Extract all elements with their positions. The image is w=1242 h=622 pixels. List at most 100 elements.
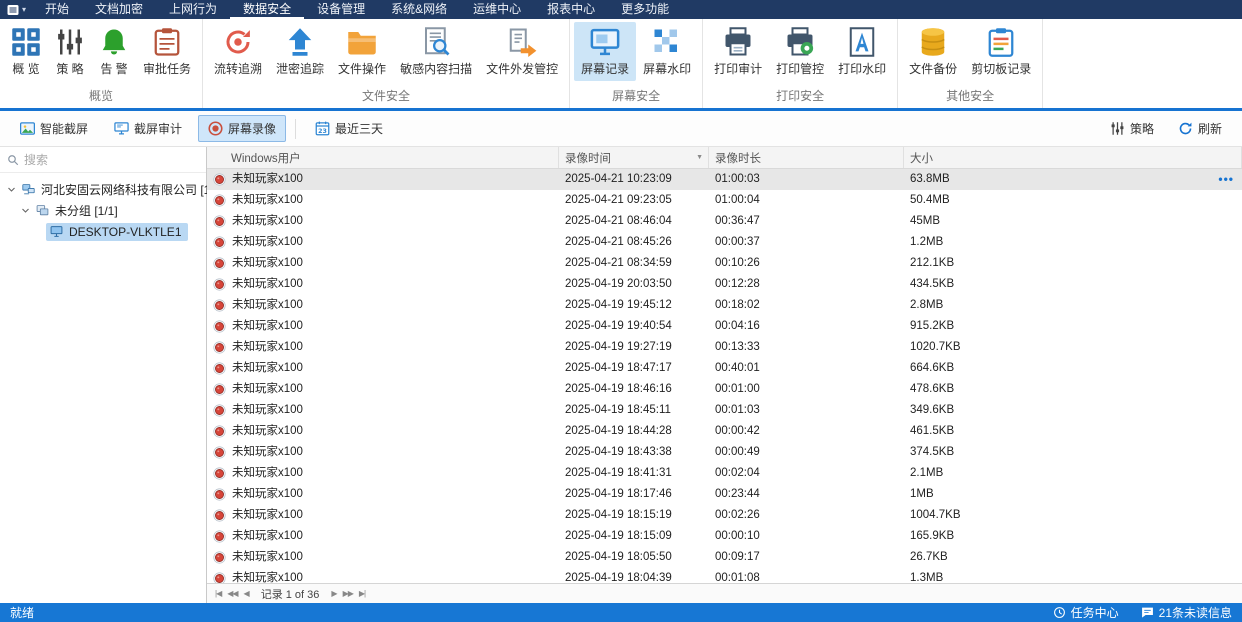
ribbon-item-screen-watermark[interactable]: 屏幕水印: [636, 22, 698, 81]
menu-tab-system-network[interactable]: 系统&网络: [378, 0, 460, 19]
ribbon-item-print-watermark[interactable]: 打印水印: [831, 22, 893, 81]
ribbon-item-file-outgoing-control[interactable]: 文件外发管控: [479, 22, 565, 81]
fast-forward-button[interactable]: ▶▶: [340, 589, 356, 598]
ribbon-item-overview[interactable]: 概 览: [4, 22, 48, 81]
menu-tab-device-mgmt[interactable]: 设备管理: [304, 0, 378, 19]
record-dot-icon: [208, 121, 223, 136]
cell-windows-user: 未知玩家x100: [232, 194, 303, 206]
ribbon-item-label: 文件备份: [909, 62, 958, 76]
table-row[interactable]: 未知玩家x100 2025-04-19 18:47:17 00:40:01 664.6…: [207, 358, 1242, 379]
tree-item-desktop-vlktle1[interactable]: DESKTOP-VLKTLE1: [0, 221, 206, 242]
table-row[interactable]: 未知玩家x100 2025-04-21 08:46:04 00:36:47 45MB: [207, 211, 1242, 232]
ribbon-item-print-audit[interactable]: 打印审计: [707, 22, 769, 81]
fast-back-button[interactable]: ◀◀: [224, 589, 240, 598]
messages-label: 21条未读信息: [1158, 606, 1232, 620]
table-row[interactable]: 未知玩家x100 2025-04-19 18:17:46 00:23:44 1MB: [207, 484, 1242, 505]
rec-icon: [213, 383, 226, 396]
menu-tab-doc-encryption[interactable]: 文档加密: [82, 0, 156, 19]
column-header[interactable]: Windows用户: [207, 147, 559, 168]
refresh-button[interactable]: 刷新: [1168, 115, 1232, 142]
rec-icon: [213, 236, 226, 249]
tree-item-ungrouped[interactable]: 未分组 [1/1]: [0, 200, 206, 221]
table-row[interactable]: 未知玩家x100 2025-04-19 19:27:19 00:13:33 1020.…: [207, 337, 1242, 358]
cell-size: 1.2MB: [910, 236, 944, 248]
table-row[interactable]: 未知玩家x100 2025-04-19 18:44:28 00:00:42 461.5…: [207, 421, 1242, 442]
ribbon-group-caption: 屏幕安全: [612, 89, 661, 103]
table-row[interactable]: 未知玩家x100 2025-04-21 08:34:59 00:10:26 212.1…: [207, 253, 1242, 274]
ribbon-item-file-backup[interactable]: 文件备份: [902, 22, 964, 81]
ribbon-item-screen-recording[interactable]: 屏幕记录: [574, 22, 637, 81]
column-header[interactable]: 录像时长: [709, 147, 904, 168]
calendar-23-icon: 23: [315, 121, 330, 136]
task-center-button[interactable]: 任务中心: [1053, 604, 1119, 621]
first-page-button[interactable]: |◀: [212, 589, 224, 598]
screen-video-button[interactable]: 屏幕录像: [198, 115, 287, 142]
messages-button[interactable]: 21条未读信息: [1141, 604, 1232, 621]
chevron-down-icon: ▾: [22, 5, 27, 14]
cell-windows-user: 未知玩家x100: [232, 173, 303, 185]
rec-icon: [213, 299, 226, 312]
ribbon-item-alerts[interactable]: 告 警: [92, 22, 136, 81]
column-header[interactable]: 大小: [904, 147, 1242, 168]
next-page-button[interactable]: ▶: [328, 589, 339, 598]
menu-tab-data-security[interactable]: 数据安全: [230, 0, 305, 19]
last-page-button[interactable]: ▶|: [356, 589, 368, 598]
bell-icon: [99, 27, 129, 57]
rec-icon: [213, 551, 226, 564]
ribbon-item-leak-trace[interactable]: 泄密追踪: [269, 22, 331, 81]
cell-duration: 00:12:28: [715, 278, 760, 290]
table-row[interactable]: 未知玩家x100 2025-04-19 18:46:16 00:01:00 478.6…: [207, 379, 1242, 400]
table-row[interactable]: 未知玩家x100 2025-04-21 08:45:26 00:00:37 1.2MB: [207, 232, 1242, 253]
ribbon-item-sensitive-content-scan[interactable]: 敏感内容扫描: [393, 22, 479, 81]
table-row[interactable]: 未知玩家x100 2025-04-19 18:04:39 00:01:08 1.3MB: [207, 568, 1242, 583]
table-row[interactable]: 未知玩家x100 2025-04-19 19:45:12 00:18:02 2.8MB: [207, 295, 1242, 316]
ribbon-item-policy[interactable]: 策 略: [48, 22, 92, 81]
table-row[interactable]: 未知玩家x100 2025-04-19 18:15:09 00:00:10 165.9…: [207, 526, 1242, 547]
ribbon-item-file-operations[interactable]: 文件操作: [331, 22, 393, 81]
cell-windows-user: 未知玩家x100: [232, 215, 303, 227]
rec-icon: [213, 488, 226, 501]
ribbon-item-flow-trace[interactable]: 流转追溯: [207, 22, 269, 81]
table-row[interactable]: 未知玩家x100 2025-04-19 18:41:31 00:02:04 2.1MB: [207, 463, 1242, 484]
cell-windows-user: 未知玩家x100: [232, 299, 303, 311]
search-input[interactable]: [24, 152, 199, 167]
button-label: 最近三天: [335, 122, 384, 136]
policy-button[interactable]: 策略: [1100, 115, 1164, 142]
ribbon-item-print-control[interactable]: 打印管控: [769, 22, 831, 81]
table-row[interactable]: 未知玩家x100 2025-04-19 20:03:50 00:12:28 434.5…: [207, 274, 1242, 295]
table-row[interactable]: 未知玩家x100 2025-04-19 18:43:38 00:00:49 374.5…: [207, 442, 1242, 463]
prev-page-button[interactable]: ◀: [241, 589, 252, 598]
table-row[interactable]: 未知玩家x100 2025-04-21 10:23:09 01:00:03 63.8M…: [207, 169, 1242, 190]
table-row[interactable]: 未知玩家x100 2025-04-21 09:23:05 01:00:04 50.4M…: [207, 190, 1242, 211]
smart-capture-button[interactable]: 智能截屏: [10, 115, 98, 142]
menu-tab-more-features[interactable]: 更多功能: [608, 0, 682, 19]
last-three-days-button[interactable]: 23 最近三天: [305, 115, 393, 142]
menu-tab-web-behavior[interactable]: 上网行为: [156, 0, 230, 19]
ribbon-item-label: 文件操作: [338, 62, 387, 76]
menu-tab-start[interactable]: 开始: [32, 0, 82, 19]
cycle-icon: [223, 27, 253, 57]
rec-icon: [213, 362, 226, 375]
table-row[interactable]: 未知玩家x100 2025-04-19 19:40:54 00:04:16 915.2…: [207, 316, 1242, 337]
table-row[interactable]: 未知玩家x100 2025-04-19 18:45:11 00:01:03 349.6…: [207, 400, 1242, 421]
table-row[interactable]: 未知玩家x100 2025-04-19 18:15:19 00:02:26 1004.…: [207, 505, 1242, 526]
ribbon-item-label: 文件外发管控: [486, 62, 559, 76]
filter-dropdown-icon[interactable]: ▼: [696, 154, 703, 161]
chevron-down-icon[interactable]: [4, 185, 18, 194]
tree-item-company-root[interactable]: 河北安固云网络科技有限公司 [1/1]: [0, 179, 224, 200]
row-actions-button[interactable]: •••: [1218, 169, 1234, 190]
table-row[interactable]: 未知玩家x100 2025-04-19 18:05:50 00:09:17 26.7K…: [207, 547, 1242, 568]
column-header[interactable]: 录像时间 ▼: [559, 147, 709, 168]
menu-tab-report-center[interactable]: 报表中心: [534, 0, 608, 19]
app-menu-button[interactable]: ▾: [0, 0, 32, 19]
secondary-toolbar: 智能截屏 截屏审计 屏幕录像 23 最近三天 策略 刷新: [0, 111, 1242, 147]
menu-tab-ops-center[interactable]: 运维中心: [460, 0, 534, 19]
chevron-down-icon[interactable]: [18, 206, 32, 215]
cell-record-time: 2025-04-19 18:46:16: [565, 383, 672, 395]
ribbon-item-label: 泄密追踪: [276, 62, 325, 76]
cell-windows-user: 未知玩家x100: [232, 278, 303, 290]
ribbon-item-approval-tasks[interactable]: 审批任务: [136, 22, 198, 81]
ribbon-item-clipboard-record[interactable]: 剪切板记录: [964, 22, 1038, 81]
ribbon-group-caption: 其他安全: [946, 89, 995, 103]
capture-audit-button[interactable]: 截屏审计: [104, 115, 192, 142]
